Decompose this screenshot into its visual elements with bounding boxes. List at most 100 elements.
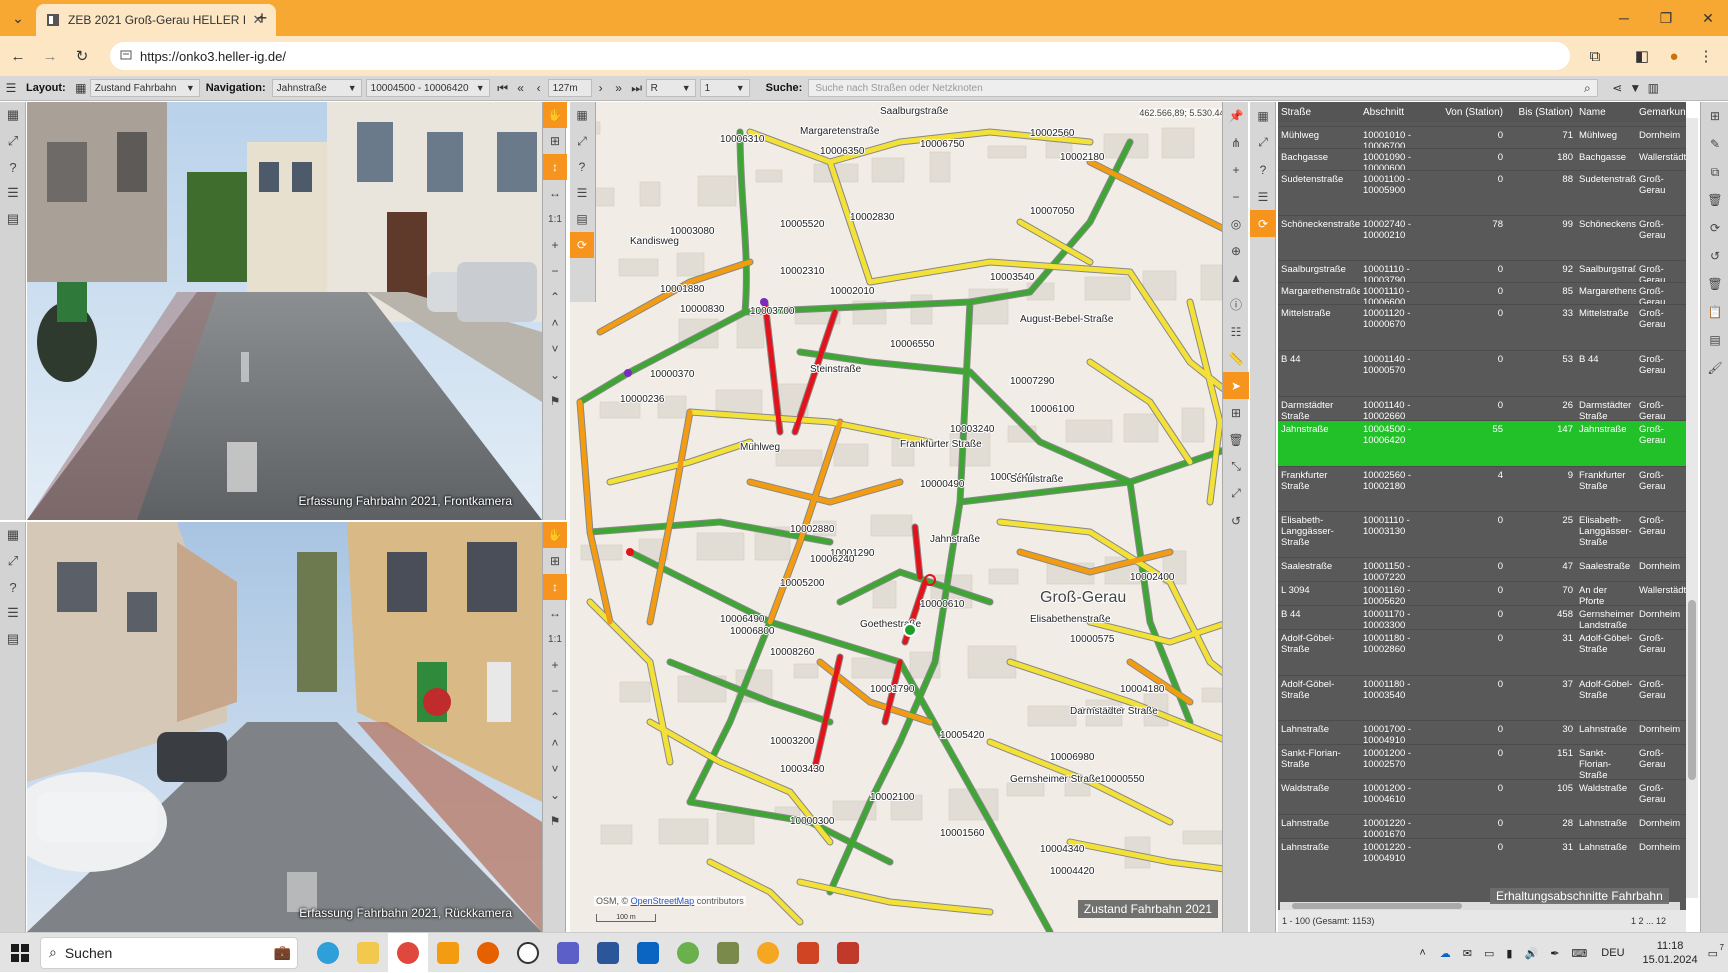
- outlook-app-icon[interactable]: [628, 933, 668, 973]
- table-row[interactable]: Waldstraße 10001200 - 10004610 0 105 Waldstr…: [1278, 779, 1686, 814]
- clipboard-icon[interactable]: 📋: [1701, 298, 1728, 326]
- flag-icon[interactable]: ⚑: [543, 808, 567, 834]
- minimize-icon[interactable]: ─: [1614, 8, 1634, 28]
- tab-list-chevron-icon[interactable]: ⌄: [8, 8, 28, 28]
- up-icon[interactable]: ˄: [543, 310, 567, 336]
- page-icon[interactable]: ▤: [1701, 326, 1728, 354]
- table-row[interactable]: Mühlweg 10001010 - 10006700 0 71 Mühlweg Dorn…: [1278, 126, 1686, 148]
- table-row[interactable]: Margarethenstraße 10001110 - 10006600 0 85 M…: [1278, 282, 1686, 304]
- fullscreen-icon[interactable]: ⤢: [1250, 129, 1276, 156]
- table-row[interactable]: Elisabeth-Langgässer-Straße 10001110 - 10…: [1278, 511, 1686, 557]
- navigation-street-select[interactable]: Jahnstraße ▼: [271, 79, 362, 97]
- sync-icon[interactable]: ⟳: [1250, 210, 1276, 237]
- section-select[interactable]: 10004500 - 10006420 ▼: [365, 79, 490, 97]
- fast-forward-icon[interactable]: »: [610, 79, 628, 97]
- chevron-up-icon[interactable]: ˄: [1419, 947, 1425, 959]
- fullscreen-icon[interactable]: ⤢: [0, 548, 26, 574]
- document-icon[interactable]: ▤: [0, 626, 26, 652]
- undo-icon[interactable]: ↺: [1701, 242, 1728, 270]
- share-icon[interactable]: ⋖: [1608, 79, 1626, 97]
- fullscreen-icon[interactable]: ⤢: [0, 128, 26, 154]
- table-row[interactable]: Schöneckenstraße 10002740 - 10000210 78 99 S…: [1278, 215, 1686, 260]
- battery-icon[interactable]: ▮: [1506, 947, 1512, 960]
- table-row[interactable]: Frankfurter Straße 10002560 - 10002180 4 9 F…: [1278, 466, 1686, 511]
- refresh-icon[interactable]: ⟳: [1701, 214, 1728, 242]
- edit-icon[interactable]: ✎: [1701, 130, 1728, 158]
- trash-icon[interactable]: 🗑: [1701, 186, 1728, 214]
- double-up-icon[interactable]: ⌃: [543, 284, 567, 310]
- sync-icon[interactable]: ⟳: [570, 232, 594, 258]
- table-vscrollbar[interactable]: [1686, 118, 1698, 898]
- north-arrow-icon[interactable]: ▲: [1223, 264, 1249, 291]
- step-forward-icon[interactable]: ›: [592, 79, 610, 97]
- step-back-icon[interactable]: ‹: [530, 79, 548, 97]
- history-icon[interactable]: ↺: [1223, 507, 1249, 534]
- list-icon[interactable]: ☷: [1223, 318, 1249, 345]
- share-network-icon[interactable]: ⋔: [1223, 129, 1249, 156]
- col-von[interactable]: Von (Station): [1436, 107, 1506, 118]
- fit-height-icon[interactable]: ↕: [543, 154, 567, 180]
- hand-pan-icon[interactable]: ✋: [543, 522, 567, 548]
- restore-icon[interactable]: ❐: [1656, 8, 1676, 28]
- delete-icon[interactable]: 🗑: [1701, 270, 1728, 298]
- sidepanel-icon[interactable]: ◧: [1632, 46, 1652, 66]
- app-icon[interactable]: [748, 933, 788, 973]
- last-icon[interactable]: ⏭: [628, 79, 646, 97]
- table-row[interactable]: Sudetenstraße 10001100 - 10005900 0 88 Sudet…: [1278, 170, 1686, 215]
- osm-link[interactable]: OpenStreetMap: [631, 896, 695, 906]
- ratio-button[interactable]: 1:1: [543, 626, 567, 652]
- forward-icon[interactable]: →: [40, 46, 60, 66]
- app-icon[interactable]: [828, 933, 868, 973]
- help-icon[interactable]: ?: [570, 154, 594, 180]
- search-input[interactable]: Suche nach Straßen oder Netzknoten: [808, 79, 1599, 97]
- table-row[interactable]: Lahnstraße 10001220 - 10001670 0 28 Lahnstra…: [1278, 814, 1686, 838]
- settings-sliders-icon[interactable]: ☰: [0, 600, 26, 626]
- menu-dots-icon[interactable]: ⋮: [1696, 46, 1716, 66]
- distance-field[interactable]: 127m: [547, 79, 592, 97]
- search-icon[interactable]: ⌕: [1578, 79, 1596, 97]
- double-up-icon[interactable]: ⌃: [543, 704, 567, 730]
- col-name[interactable]: Name: [1576, 107, 1636, 118]
- close-window-icon[interactable]: ✕: [1698, 8, 1718, 28]
- table-hscroll-thumb[interactable]: [1292, 903, 1462, 909]
- explorer-app-icon[interactable]: [348, 933, 388, 973]
- fit-icon[interactable]: ⊞: [543, 548, 567, 574]
- zoom-out-icon[interactable]: −: [1223, 183, 1249, 210]
- zoom-in-icon[interactable]: +: [543, 652, 567, 678]
- grid-icon[interactable]: ▦: [570, 102, 594, 128]
- document-icon[interactable]: ▤: [570, 206, 594, 232]
- windows-start-icon[interactable]: [0, 933, 40, 973]
- clock[interactable]: 11:18 15.01.2024: [1643, 939, 1698, 967]
- back-icon[interactable]: ←: [8, 46, 28, 66]
- new-tab-icon[interactable]: +: [252, 8, 272, 28]
- hamburger-menu-icon[interactable]: ☰: [2, 79, 20, 97]
- globe-icon[interactable]: ⊕: [1223, 237, 1249, 264]
- flag-icon[interactable]: ⚑: [543, 388, 567, 414]
- word-app-icon[interactable]: [588, 933, 628, 973]
- taskbar-search[interactable]: ⌕ Suchen 💼: [40, 936, 298, 969]
- zoom-out-icon[interactable]: −: [543, 258, 567, 284]
- help-icon[interactable]: ?: [0, 154, 26, 180]
- col-gemarkung[interactable]: Gemarkung: [1636, 107, 1686, 118]
- help-icon[interactable]: ?: [1250, 156, 1276, 183]
- fit-icon[interactable]: ⊞: [543, 128, 567, 154]
- layout-select[interactable]: Zustand Fahrbahn ▼: [89, 79, 200, 97]
- clock-app-icon[interactable]: [508, 933, 548, 973]
- fullscreen-icon[interactable]: ⤢: [570, 128, 594, 154]
- onedrive-icon[interactable]: ☁: [1440, 947, 1451, 960]
- firefox-app-icon[interactable]: [468, 933, 508, 973]
- ruler-icon[interactable]: 📏: [1223, 345, 1249, 372]
- zoom-in-icon[interactable]: +: [543, 232, 567, 258]
- pen-icon[interactable]: ✒: [1550, 947, 1559, 960]
- table-row[interactable]: B 44 10001170 - 10003300 0 458 Gernsheimer L…: [1278, 605, 1686, 629]
- table-row[interactable]: L 3094 10001160 - 10005620 0 70 An der Pfort…: [1278, 581, 1686, 605]
- table-row[interactable]: Lahnstraße 10001700 - 10004910 0 30 Lahnstra…: [1278, 720, 1686, 744]
- col-bis[interactable]: Bis (Station): [1506, 107, 1576, 118]
- extensions-icon[interactable]: ⧉: [1585, 46, 1605, 66]
- fit-height-icon[interactable]: ↕: [543, 574, 567, 600]
- app-icon[interactable]: [708, 933, 748, 973]
- powerpoint-app-icon[interactable]: [788, 933, 828, 973]
- col-strasse[interactable]: Straße: [1278, 107, 1360, 118]
- settings-sliders-icon[interactable]: ☰: [570, 180, 594, 206]
- edge-app-icon[interactable]: [308, 933, 348, 973]
